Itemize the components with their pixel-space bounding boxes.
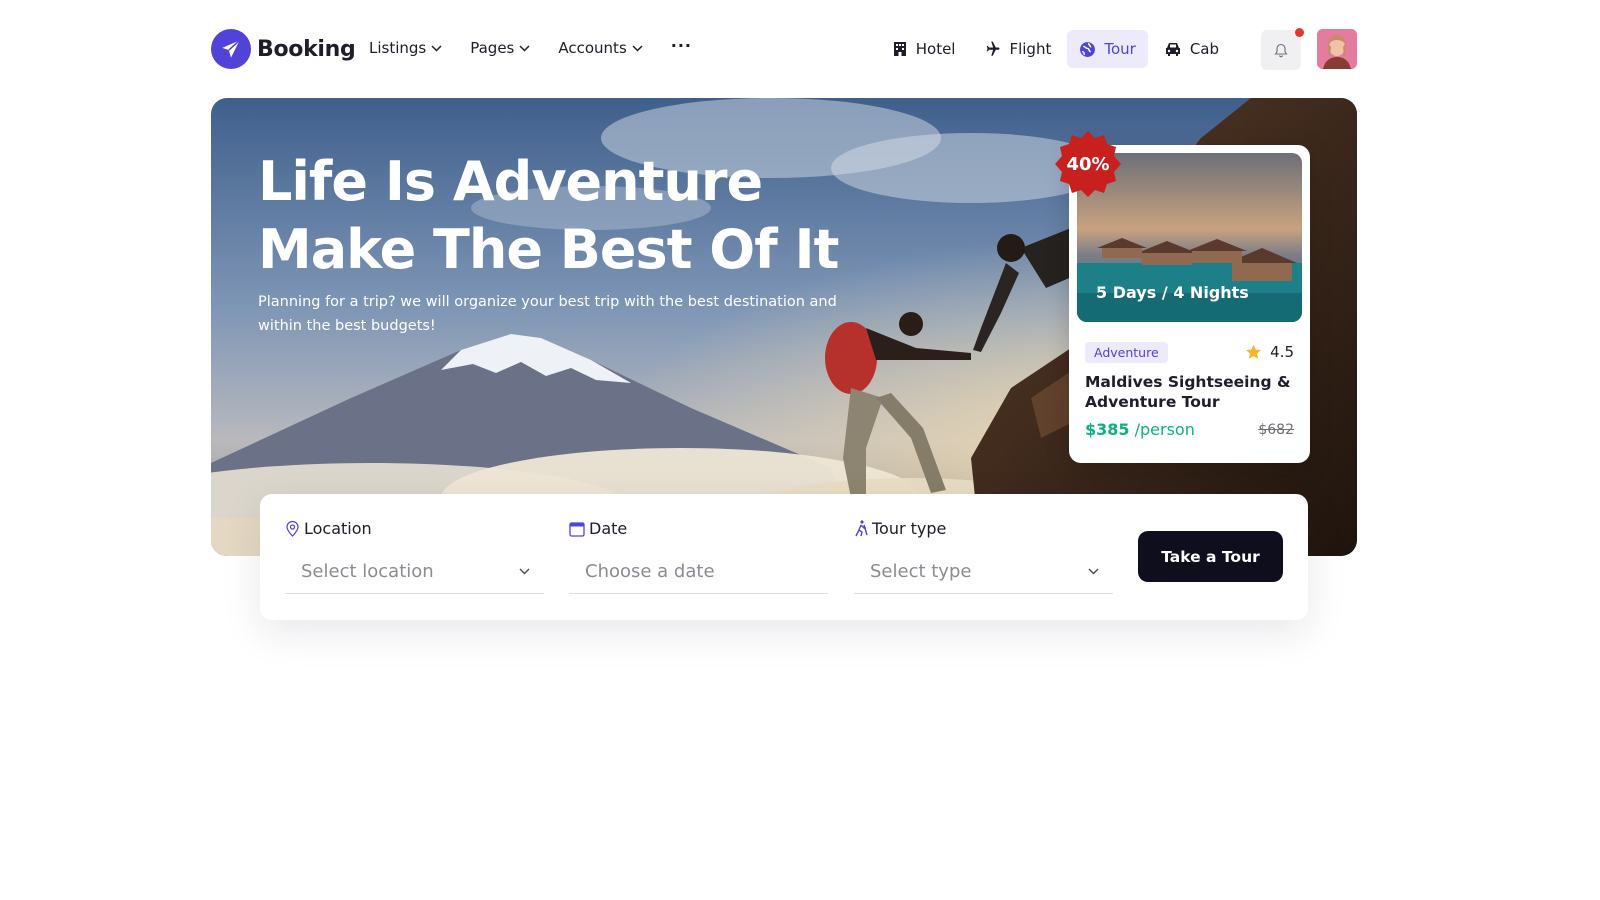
tour-type-label-text: Tour type — [872, 519, 947, 538]
tour-type-label: Tour type — [854, 519, 946, 538]
discount-badge: 40% — [1053, 129, 1123, 199]
avatar-image — [1317, 29, 1357, 69]
nav-listings[interactable]: Listings — [369, 39, 442, 57]
tab-cab-label: Cab — [1189, 40, 1219, 58]
tab-hotel-label: Hotel — [915, 40, 956, 58]
date-input[interactable]: Choose a date — [569, 550, 828, 594]
brand-name: Booking — [257, 36, 356, 62]
more-menu-button[interactable]: ··· — [671, 36, 692, 55]
hotel-icon — [893, 42, 906, 56]
category-tabs: Hotel Flight Tour Cab — [876, 30, 1231, 68]
bell-icon — [1274, 43, 1288, 57]
car-icon — [1165, 43, 1180, 56]
tour-type-select[interactable]: Select type — [854, 550, 1113, 594]
tour-price-unit: /person — [1134, 420, 1195, 439]
date-label-text: Date — [589, 519, 628, 538]
tour-category-badge: Adventure — [1085, 342, 1168, 363]
tab-flight-label: Flight — [1009, 40, 1052, 58]
map-pin-icon — [286, 520, 299, 537]
top-navbar: Booking Listings Pages Accounts ··· Hote… — [211, 28, 1357, 70]
location-select[interactable]: Select location — [285, 550, 544, 594]
discount-value: 40% — [1066, 153, 1110, 175]
location-field: Location Select location — [285, 494, 544, 620]
tour-price: $385 /person — [1085, 420, 1195, 439]
globe-icon — [1080, 41, 1096, 57]
tour-title[interactable]: Maldives Sightseeing & Adventure Tour — [1085, 372, 1300, 412]
date-field: Date Choose a date — [569, 494, 828, 620]
nav-accounts[interactable]: Accounts — [558, 39, 643, 57]
take-a-tour-button[interactable]: Take a Tour — [1138, 531, 1283, 582]
hero-title-line-1: Life Is Adventure — [258, 150, 763, 213]
tour-price-value: $385 — [1085, 420, 1130, 439]
tour-type-field: Tour type Select type — [854, 494, 1113, 620]
plane-logo-icon — [211, 29, 251, 69]
tour-rating: 4.5 — [1245, 343, 1294, 361]
tab-flight[interactable]: Flight — [971, 30, 1063, 68]
location-label: Location — [285, 519, 372, 538]
chevron-down-icon — [519, 568, 530, 575]
notifications-button[interactable] — [1261, 28, 1304, 70]
tour-old-price: $682 — [1258, 422, 1294, 438]
tab-cab[interactable]: Cab — [1152, 30, 1231, 68]
brand-logo[interactable]: Booking — [211, 29, 356, 69]
tab-hotel[interactable]: Hotel — [880, 30, 968, 68]
user-avatar[interactable] — [1317, 29, 1357, 69]
calendar-icon — [569, 521, 585, 537]
chevron-down-icon — [431, 44, 442, 52]
hero-title: Life Is Adventure Make The Best Of It — [258, 148, 839, 284]
tour-duration: 5 Days / 4 Nights — [1096, 283, 1249, 302]
chevron-down-icon — [1088, 568, 1099, 575]
chevron-down-icon — [632, 44, 643, 52]
location-label-text: Location — [304, 519, 372, 538]
date-placeholder: Choose a date — [585, 561, 715, 582]
notification-dot — [1295, 28, 1304, 37]
hero-subtitle: Planning for a trip? we will organize yo… — [258, 294, 837, 334]
tab-tour[interactable]: Tour — [1067, 30, 1148, 68]
tab-tour-label: Tour — [1104, 40, 1136, 58]
hero-title-line-2: Make The Best Of It — [258, 218, 839, 281]
tour-search-panel: Location Select location Date Choose a d… — [260, 494, 1308, 620]
date-label: Date — [569, 519, 627, 538]
chevron-down-icon — [519, 44, 530, 52]
nav-pages[interactable]: Pages — [470, 39, 530, 57]
nav-accounts-label: Accounts — [558, 39, 627, 57]
tour-rating-value: 4.5 — [1270, 343, 1294, 361]
main-nav: Listings Pages Accounts ··· — [369, 36, 692, 58]
nav-listings-label: Listings — [369, 39, 427, 57]
plane-icon — [987, 41, 1000, 56]
tour-type-placeholder: Select type — [870, 561, 972, 582]
location-placeholder: Select location — [301, 561, 434, 582]
nav-pages-label: Pages — [470, 39, 515, 57]
star-icon — [1246, 344, 1262, 359]
hiker-icon — [855, 520, 868, 537]
